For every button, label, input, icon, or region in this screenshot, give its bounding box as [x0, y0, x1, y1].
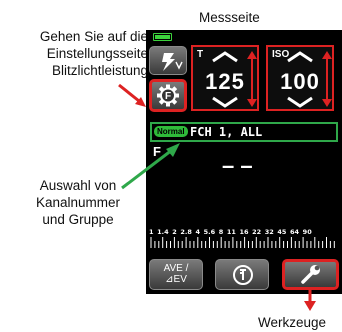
arrow-head-tools	[304, 301, 316, 311]
annotation-arrows	[118, 83, 316, 311]
arrow-to-flash-settings	[118, 83, 140, 103]
arrow-head-channel-group	[166, 143, 180, 157]
arrow-to-channel-group	[121, 148, 173, 190]
